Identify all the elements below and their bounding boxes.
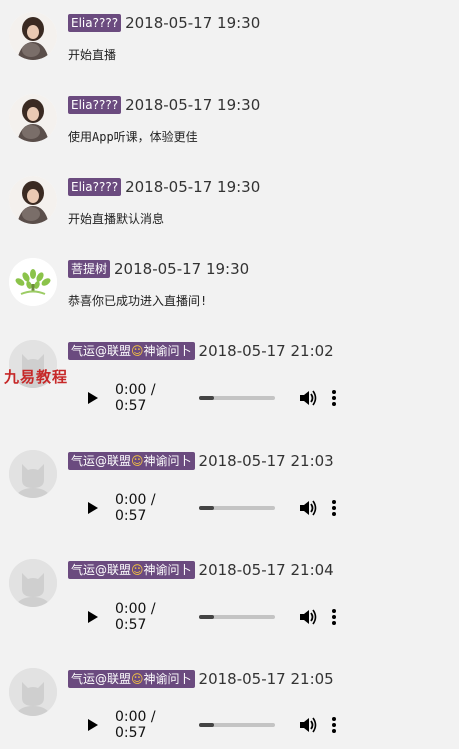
message-header: 气运@联盟☺神谕问卜 2018-05-17 21:05 <box>68 668 334 688</box>
smile-emoji-icon: ☺ <box>131 343 144 358</box>
user-avatar[interactable] <box>9 176 57 224</box>
volume-icon[interactable] <box>299 716 317 734</box>
message-text: 恭喜你已成功进入直播间! <box>68 294 208 308</box>
timestamp: 2018-05-17 21:05 <box>198 669 334 688</box>
username-badge[interactable]: 气运@联盟☺神谕问卜 <box>68 451 195 470</box>
user-avatar[interactable] <box>9 450 57 498</box>
timestamp: 2018-05-17 19:30 <box>125 13 261 32</box>
username-badge[interactable]: 气运@联盟☺神谕问卜 <box>68 560 195 579</box>
audio-player: 0:00 / 0:57 <box>80 599 360 635</box>
play-icon[interactable] <box>88 607 102 627</box>
more-options-icon[interactable] <box>331 716 337 734</box>
message-header: Elia???? 2018-05-17 19:30 <box>68 12 260 32</box>
message-header: 气运@联盟☺神谕问卜 2018-05-17 21:02 <box>68 340 334 360</box>
audio-progress-fill <box>199 506 215 510</box>
bodhi-tree-logo-icon <box>9 258 57 306</box>
audio-player: 0:00 / 0:57 <box>80 490 360 526</box>
more-options-icon[interactable] <box>331 608 337 626</box>
timestamp: 2018-05-17 21:03 <box>198 451 334 470</box>
message-text: 开始直播默认消息 <box>68 212 165 226</box>
default-cat-avatar-icon <box>9 450 57 498</box>
default-cat-avatar-icon <box>9 668 57 716</box>
message-text: 使用App听课，体验更佳 <box>68 130 198 144</box>
play-icon[interactable] <box>88 498 102 518</box>
message-header: 菩提树 2018-05-17 19:30 <box>68 258 249 278</box>
watermark: 九易教程 <box>4 368 69 386</box>
message-header: 气运@联盟☺神谕问卜 2018-05-17 21:04 <box>68 559 334 579</box>
audio-progress-fill <box>199 396 215 400</box>
audio-progress-slider[interactable] <box>199 615 275 619</box>
message-text: 开始直播 <box>68 48 117 62</box>
username-badge[interactable]: 气运@联盟☺神谕问卜 <box>68 341 195 360</box>
smile-emoji-icon: ☺ <box>131 562 144 577</box>
user-avatar[interactable] <box>9 12 57 60</box>
smile-emoji-icon: ☺ <box>131 453 144 468</box>
timestamp: 2018-05-17 21:02 <box>198 341 334 360</box>
username-badge[interactable]: Elia???? <box>68 13 122 32</box>
timestamp: 2018-05-17 19:30 <box>114 259 250 278</box>
volume-icon[interactable] <box>299 389 317 407</box>
audio-progress-slider[interactable] <box>199 723 275 727</box>
message-header: Elia???? 2018-05-17 19:30 <box>68 176 260 196</box>
default-cat-avatar-icon <box>9 559 57 607</box>
smile-emoji-icon: ☺ <box>131 671 144 686</box>
play-icon[interactable] <box>88 715 102 735</box>
username-badge[interactable]: Elia???? <box>68 177 122 196</box>
audio-time: 0:00 / 0:57 <box>115 601 156 633</box>
girl-avatar-icon <box>9 94 57 142</box>
audio-time: 0:00 / 0:57 <box>115 492 156 524</box>
audio-progress-fill <box>199 615 215 619</box>
username-badge[interactable]: Elia???? <box>68 95 122 114</box>
timestamp: 2018-05-17 21:04 <box>198 560 334 579</box>
audio-player: 0:00 / 0:57 <box>80 380 360 416</box>
girl-avatar-icon <box>9 12 57 60</box>
timestamp: 2018-05-17 19:30 <box>125 177 261 196</box>
audio-time: 0:00 / 0:57 <box>115 709 156 741</box>
volume-icon[interactable] <box>299 608 317 626</box>
user-avatar[interactable] <box>9 258 57 306</box>
audio-progress-slider[interactable] <box>199 506 275 510</box>
audio-time: 0:00 / 0:57 <box>115 382 156 414</box>
more-options-icon[interactable] <box>331 389 337 407</box>
username-badge[interactable]: 菩提树 <box>68 259 111 278</box>
timestamp: 2018-05-17 19:30 <box>125 95 261 114</box>
play-icon[interactable] <box>88 388 102 408</box>
more-options-icon[interactable] <box>331 499 337 517</box>
audio-progress-slider[interactable] <box>199 396 275 400</box>
girl-avatar-icon <box>9 176 57 224</box>
audio-progress-fill <box>199 723 215 727</box>
volume-icon[interactable] <box>299 499 317 517</box>
audio-player: 0:00 / 0:57 <box>80 707 360 743</box>
user-avatar[interactable] <box>9 94 57 142</box>
message-header: 气运@联盟☺神谕问卜 2018-05-17 21:03 <box>68 450 334 470</box>
message-header: Elia???? 2018-05-17 19:30 <box>68 94 260 114</box>
user-avatar[interactable] <box>9 559 57 607</box>
user-avatar[interactable] <box>9 668 57 716</box>
username-badge[interactable]: 气运@联盟☺神谕问卜 <box>68 669 195 688</box>
